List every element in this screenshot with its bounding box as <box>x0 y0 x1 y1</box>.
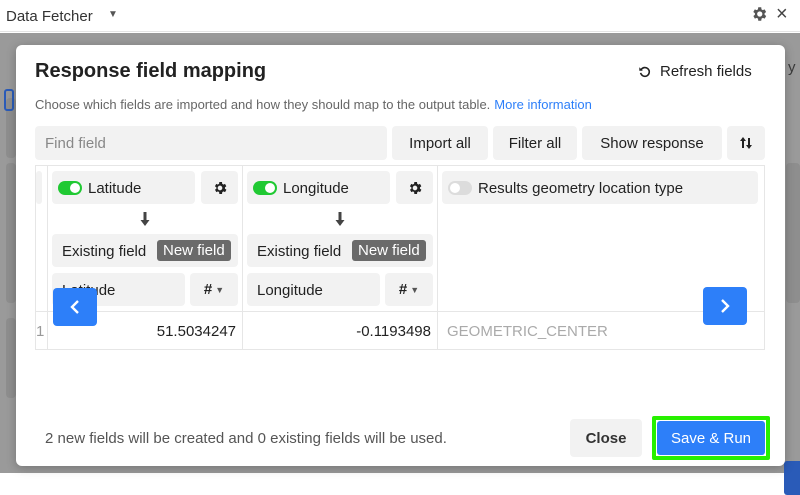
refresh-icon <box>639 66 651 77</box>
close-button[interactable]: Close <box>570 419 642 457</box>
location-type-column-name: Results geometry location type <box>478 180 684 197</box>
refresh-fields-button[interactable]: Refresh fields <box>638 63 752 80</box>
background-panel <box>786 163 800 303</box>
background-button-edge <box>4 89 14 111</box>
background-panel <box>6 163 16 303</box>
find-field-input[interactable] <box>35 126 387 160</box>
sort-arrows-icon <box>740 137 752 149</box>
app-title[interactable]: Data Fetcher <box>6 8 93 25</box>
modal-description: Choose which fields are imported and how… <box>35 97 592 112</box>
background-text: y <box>788 59 796 76</box>
longitude-toggle[interactable] <box>253 181 277 195</box>
location-type-toggle[interactable] <box>448 181 472 195</box>
latitude-existing-field-option[interactable]: Existing field <box>62 243 146 260</box>
latitude-new-field-option[interactable]: New field <box>157 240 231 261</box>
caret-down-icon[interactable]: ▼ <box>108 9 118 20</box>
fields-summary: 2 new fields will be created and 0 exist… <box>45 430 447 447</box>
sort-button[interactable] <box>727 126 765 160</box>
longitude-existing-field-option[interactable]: Existing field <box>257 243 341 260</box>
field-mapping-modal: Response field mapping Refresh fields Ch… <box>16 45 785 466</box>
location-type-value-cell: GEOMETRIC_CENTER <box>447 323 608 340</box>
background-panel <box>6 318 16 398</box>
gear-icon <box>409 181 421 194</box>
gear-icon[interactable] <box>750 5 768 28</box>
longitude-type-dropdown[interactable]: # ▼ <box>385 273 433 306</box>
save-and-run-button[interactable]: Save & Run <box>657 421 765 455</box>
longitude-settings-button[interactable] <box>396 171 433 204</box>
filter-all-button[interactable]: Filter all <box>493 126 577 160</box>
background-button-edge <box>784 461 800 495</box>
latitude-column-name: Latitude <box>88 180 142 197</box>
scroll-left-button[interactable] <box>53 288 97 326</box>
modal-title: Response field mapping <box>35 60 267 82</box>
import-all-button[interactable]: Import all <box>392 126 488 160</box>
refresh-fields-label: Refresh fields <box>660 63 752 80</box>
save-run-highlight: Save & Run <box>652 416 770 460</box>
gear-icon <box>214 181 226 194</box>
more-information-link[interactable]: More information <box>494 97 592 112</box>
latitude-toggle[interactable] <box>58 181 82 195</box>
longitude-new-field-option[interactable]: New field <box>352 240 426 261</box>
longitude-value-cell: -0.1193498 <box>356 323 431 340</box>
number-type-icon: # <box>398 281 408 298</box>
arrow-down-icon <box>140 212 150 226</box>
chevron-right-icon <box>721 299 730 313</box>
show-response-button[interactable]: Show response <box>582 126 722 160</box>
chevron-left-icon <box>70 300 79 314</box>
arrow-down-icon <box>335 212 345 226</box>
longitude-field-name: Longitude <box>257 282 323 299</box>
latitude-settings-button[interactable] <box>201 171 238 204</box>
number-type-icon: # <box>203 281 213 298</box>
field-mapping-grid: Latitude Existing field New field Latitu… <box>35 165 765 350</box>
caret-down-icon: ▼ <box>215 284 225 295</box>
scroll-right-button[interactable] <box>703 287 747 325</box>
caret-down-icon: ▼ <box>410 284 420 295</box>
row-index: 1 <box>36 323 45 340</box>
description-text: Choose which fields are imported and how… <box>35 97 491 112</box>
longitude-column-name: Longitude <box>283 180 349 197</box>
close-icon[interactable]: × <box>776 4 788 24</box>
latitude-type-dropdown[interactable]: # ▼ <box>190 273 238 306</box>
app-header: Data Fetcher ▼ × <box>0 0 800 32</box>
column-header-partial <box>36 171 42 204</box>
